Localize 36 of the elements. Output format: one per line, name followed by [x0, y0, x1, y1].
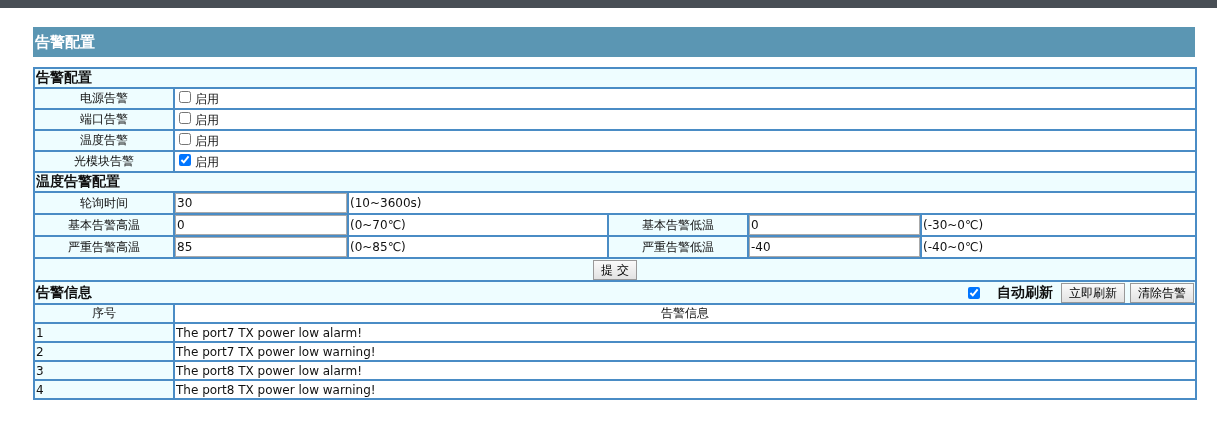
panel-title: 告警配置	[33, 27, 1195, 57]
input-field[interactable]: -40	[749, 237, 920, 257]
range-hint: (-30~0℃)	[921, 214, 1196, 236]
section-title: 告警信息	[36, 283, 92, 302]
setting-label: 严重告警低温	[608, 236, 748, 258]
range-hint: (0~85℃)	[348, 236, 608, 258]
range-hint: (-40~0℃)	[921, 236, 1196, 258]
setting-label: 轮询时间	[34, 192, 174, 214]
setting-label: 温度告警	[34, 130, 174, 151]
range-hint: (0~70℃)	[348, 214, 608, 236]
range-hint: (10~3600s)	[348, 192, 1196, 214]
input-field[interactable]: 0	[175, 215, 347, 235]
setting-label: 端口告警	[34, 109, 174, 130]
checkbox[interactable]	[179, 132, 191, 145]
input-field[interactable]: 85	[175, 237, 347, 257]
checkbox-label: 自动刷新	[997, 283, 1053, 302]
action-button[interactable]: 清除告警	[1130, 282, 1194, 303]
option-label: 启用	[195, 113, 219, 127]
checkbox[interactable]	[179, 90, 191, 103]
setting-label: 严重告警高温	[34, 236, 174, 258]
section-title: 告警配置	[34, 68, 1196, 88]
input-field[interactable]: 0	[749, 215, 920, 235]
setting-label: 基本告警低温	[608, 214, 748, 236]
submit-button[interactable]: 提 交	[593, 259, 637, 280]
action-button[interactable]: 立即刷新	[1061, 282, 1125, 303]
checkbox[interactable]	[968, 286, 980, 299]
setting-label: 基本告警高温	[34, 214, 174, 236]
input-field[interactable]: 30	[175, 193, 347, 213]
option-label: 启用	[195, 155, 219, 169]
option-label: 启用	[195, 92, 219, 106]
checkbox[interactable]	[179, 153, 191, 166]
setting-label: 光模块告警	[34, 151, 174, 172]
section-title: 温度告警配置	[34, 172, 1196, 192]
option-label: 启用	[195, 134, 219, 148]
setting-label: 电源告警	[34, 88, 174, 109]
checkbox[interactable]	[179, 111, 191, 124]
